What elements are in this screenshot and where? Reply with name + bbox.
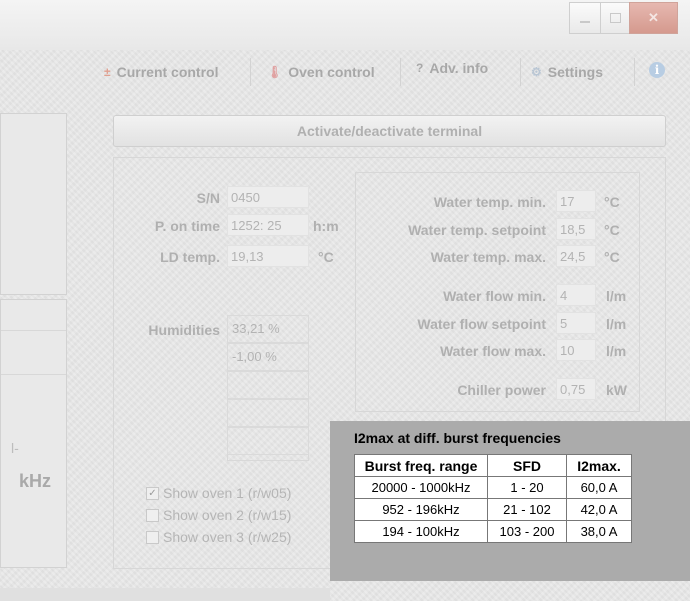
table-row: 194 - 100kHz 103 - 200 38,0 A [354, 520, 632, 543]
checkbox-icon [146, 530, 159, 544]
chiller-power-field[interactable]: 0,75 [556, 378, 596, 400]
table-cell: 21 - 102 [487, 498, 567, 521]
checkbox-label: Show oven 1 (r/w05) [163, 485, 292, 501]
water-flow-setpoint-field[interactable]: 5 [556, 312, 596, 334]
humidity-empty-row [227, 371, 309, 399]
water-temp-max-unit: °C [604, 249, 620, 265]
close-button[interactable]: ✕ [629, 2, 678, 34]
tab-separator [250, 58, 251, 86]
water-temp-min-field[interactable]: 17 [556, 190, 596, 212]
minimize-button[interactable] [569, 2, 601, 34]
table-row: 20000 - 1000kHz 1 - 20 60,0 A [354, 476, 632, 499]
water-flow-min-label: Water flow min. [443, 288, 546, 304]
water-temp-max-label: Water temp. max. [430, 249, 546, 265]
tab-separator [520, 58, 521, 86]
show-oven-2-checkbox[interactable]: Show oven 2 (r/w15) [146, 507, 291, 523]
left-panel-top [0, 113, 67, 295]
table-cell: 20000 - 1000kHz [354, 476, 488, 499]
tab-settings[interactable]: ⚙ Settings [531, 60, 603, 84]
tab-label: Oven control [288, 64, 375, 80]
table-cell: 103 - 200 [487, 520, 567, 543]
show-oven-1-checkbox[interactable]: ✓ Show oven 1 (r/w05) [146, 485, 291, 501]
table-cell: 952 - 196kHz [354, 498, 488, 521]
water-temp-min-label: Water temp. min. [433, 194, 546, 210]
checkbox-label: Show oven 3 (r/w25) [163, 529, 292, 545]
tab-label: Settings [547, 64, 603, 80]
ld-temp-field[interactable]: 19,13 [227, 245, 309, 267]
tab-separator [400, 58, 401, 86]
water-temp-setpoint-label: Water temp. setpoint [408, 222, 546, 238]
maximize-button[interactable] [600, 2, 630, 34]
table-row: 952 - 196kHz 21 - 102 42,0 A [354, 498, 632, 521]
close-icon: ✕ [648, 10, 659, 25]
left-panel-bottom: l- kHz [0, 299, 67, 568]
water-flow-setpoint-unit: l/m [606, 316, 627, 332]
table-cell: 1 - 20 [487, 476, 567, 499]
title-bar: ✕ [0, 0, 690, 50]
humidity-empty-row [227, 427, 309, 455]
info-icon[interactable]: i [649, 62, 665, 78]
humidity-empty-row [227, 399, 309, 427]
checkbox-icon [146, 508, 159, 522]
i2max-table: Burst freq. range SFD I2max. 20000 - 100… [354, 454, 632, 543]
sn-label: S/N [196, 190, 220, 206]
humidities-label: Humidities [148, 322, 220, 338]
chiller-power-label: Chiller power [457, 382, 546, 398]
water-temp-min-unit: °C [604, 194, 620, 210]
checkbox-label: Show oven 2 (r/w15) [163, 507, 292, 523]
settings-icon: ⚙ [531, 65, 542, 79]
current-control-icon: ± [104, 65, 111, 79]
tab-label: Adv. info [429, 60, 489, 76]
minimize-icon [580, 21, 590, 23]
humidity-value: -1,00 % [227, 343, 309, 371]
water-flow-max-label: Water flow max. [439, 343, 546, 359]
pon-field[interactable]: 1252: 25 [227, 214, 309, 236]
table-cell: 194 - 100kHz [354, 520, 488, 543]
maximize-icon [609, 13, 621, 23]
main-window: ✕ ± Current control 🌡 Oven control ? Adv… [0, 0, 690, 601]
humidity-value: 33,21 % [227, 315, 309, 343]
water-flow-min-unit: l/m [606, 288, 627, 304]
table-cell: 38,0 A [566, 520, 632, 543]
pon-unit: h:m [313, 218, 339, 234]
water-flow-max-unit: l/m [606, 343, 627, 359]
show-oven-3-checkbox[interactable]: Show oven 3 (r/w25) [146, 529, 291, 545]
activate-terminal-button[interactable]: Activate/deactivate terminal [113, 115, 666, 147]
tab-adv-info[interactable]: ? Adv. info [416, 56, 488, 80]
water-temp-setpoint-field[interactable]: 18,5 [556, 218, 596, 240]
table-cell: 42,0 A [566, 498, 632, 521]
tooltip-title: I2max at diff. burst frequencies [354, 430, 561, 446]
ld-temp-unit: °C [318, 249, 334, 265]
thermometer-icon: 🌡 [267, 65, 283, 79]
ld-temp-label: LD temp. [160, 249, 220, 265]
water-flow-max-field[interactable]: 10 [556, 339, 596, 361]
tab-current-control[interactable]: ± Current control [104, 60, 218, 84]
tab-oven-control[interactable]: 🌡 Oven control [267, 60, 375, 84]
water-flow-min-field[interactable]: 4 [556, 284, 596, 306]
water-flow-setpoint-label: Water flow setpoint [417, 316, 546, 332]
water-temp-setpoint-unit: °C [604, 222, 620, 238]
bottom-strip [0, 588, 330, 601]
chiller-power-unit: kW [606, 382, 627, 398]
tab-label: Current control [116, 64, 219, 80]
pon-label: P. on time [154, 218, 220, 234]
water-temp-max-field[interactable]: 24,5 [556, 245, 596, 267]
table-header: I2max. [566, 454, 632, 477]
table-header: SFD [487, 454, 567, 477]
left-unit-label: kHz [19, 471, 52, 491]
checkmark-icon: ✓ [146, 486, 159, 500]
question-icon: ? [416, 61, 424, 75]
tab-separator [634, 58, 635, 86]
table-cell: 60,0 A [566, 476, 632, 499]
sn-field[interactable]: 0450 [227, 186, 309, 208]
i2max-tooltip: I2max at diff. burst frequencies Burst f… [330, 421, 690, 581]
table-header: Burst freq. range [354, 454, 488, 477]
